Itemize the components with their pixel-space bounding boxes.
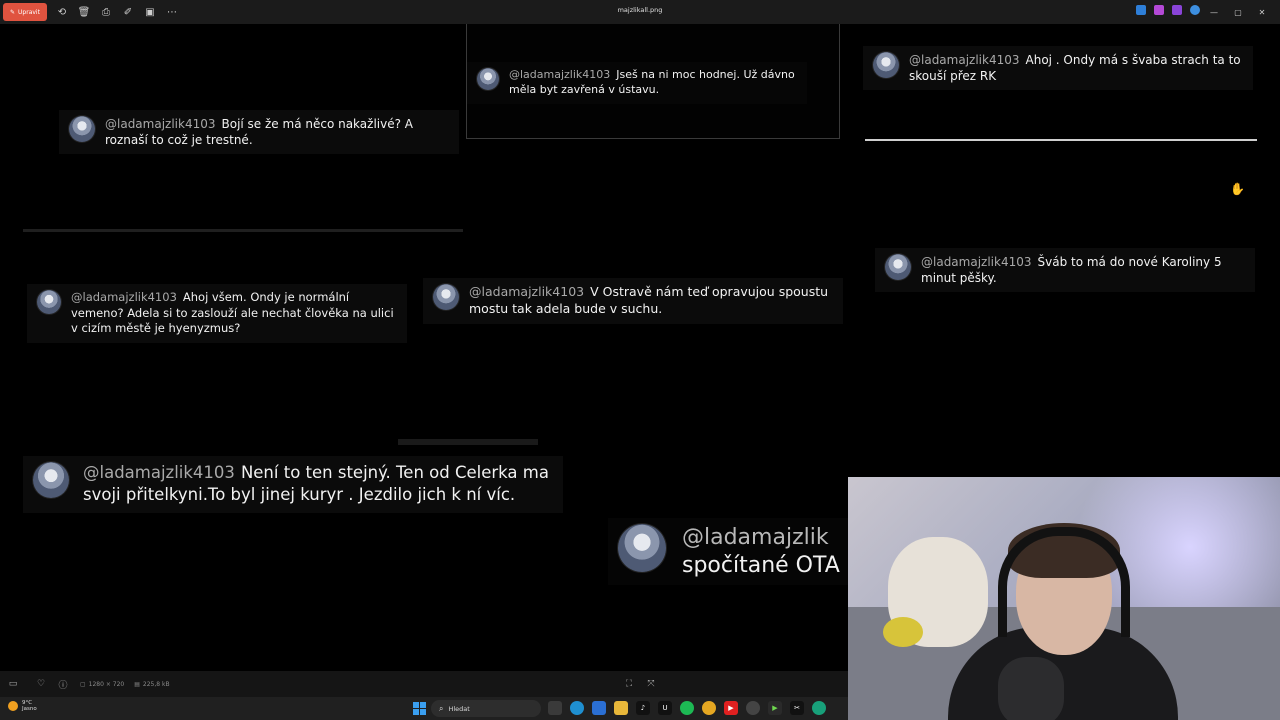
taskbar-search[interactable]: ⌕ Hledat	[431, 700, 541, 717]
top-toolbar: ✎ Upravit ⟲ 🗑 ⎙ ✐ ▣ ⋯ majzlikall.png — ▢…	[0, 0, 1280, 24]
print-icon[interactable]: ⎙	[95, 2, 117, 22]
avatar	[873, 52, 899, 78]
edit-icon: ✎	[10, 8, 16, 16]
comment-card: @ladamajzlik4103 V Ostravě nám teď opravu…	[423, 278, 843, 324]
hand-cursor-icon: ✋	[1230, 182, 1245, 196]
rotate-icon[interactable]: ⟲	[51, 2, 73, 22]
design-app-icon[interactable]	[1136, 5, 1146, 15]
comment-text: spočítané OTA	[682, 552, 840, 578]
microphone-icon	[998, 657, 1064, 720]
window-title: majzlikall.png	[617, 6, 663, 14]
close-icon[interactable]: ✕	[1250, 3, 1274, 21]
comment-username: @ladamajzlik	[682, 525, 829, 550]
comment-username: @ladamajzlik4103	[909, 53, 1020, 67]
edge-dev-icon[interactable]	[812, 701, 826, 715]
comment-card: @ladamajzlik4103 Šváb to má do nové Karol…	[875, 248, 1255, 293]
search-icon: ⌕	[439, 703, 444, 713]
tiktok-icon[interactable]: ♪	[636, 701, 650, 715]
comment-card: @ladamajzlik4103 Bojí se že má něco nakaž…	[59, 110, 459, 155]
onedrive-icon[interactable]	[1190, 5, 1200, 15]
delete-icon[interactable]: 🗑	[73, 2, 95, 22]
more-icon[interactable]: ⋯	[161, 2, 183, 22]
comment-username: @ladamajzlik4103	[105, 117, 216, 131]
store-icon[interactable]	[592, 701, 606, 715]
webcam-overlay	[848, 477, 1280, 720]
weather-condition: Jasno	[22, 706, 37, 713]
edit-button-label: Upravit	[18, 8, 40, 16]
capcut-icon[interactable]: ✂	[790, 701, 804, 715]
headphones-icon	[998, 527, 1130, 637]
avatar	[37, 290, 61, 314]
file-size-icon: ▤	[134, 680, 140, 688]
comment-card: @ladamajzlik4103 Jseš na ni moc hodnej. U…	[467, 62, 807, 104]
file-size: 225,8 kB	[142, 680, 170, 688]
divider-line	[865, 139, 1257, 141]
spotify-icon[interactable]	[680, 701, 694, 715]
favorite-icon[interactable]: ♡	[34, 679, 48, 689]
u-app-icon[interactable]: U	[658, 701, 672, 715]
fullscreen-icon[interactable]: ⤧	[644, 679, 658, 689]
task-view-icon[interactable]	[548, 701, 562, 715]
avatar	[433, 284, 459, 310]
comment-username: @ladamajzlik4103	[469, 284, 585, 299]
comment-card: @ladamajzlik4103 Ahoj . Ondy má s švaba s…	[863, 46, 1253, 91]
image-dimensions: 1280 × 720	[88, 680, 125, 688]
sun-icon	[8, 701, 18, 712]
divider-line	[398, 439, 538, 445]
windows-start-icon[interactable]	[413, 702, 426, 715]
file-explorer-icon[interactable]	[614, 701, 628, 715]
info-icon[interactable]: ⓘ	[56, 678, 70, 691]
minimize-icon[interactable]: —	[1202, 3, 1226, 21]
comment-username: @ladamajzlik4103	[921, 255, 1032, 269]
comment-username: @ladamajzlik4103	[83, 463, 235, 482]
fit-to-window-icon[interactable]: ⛶	[622, 679, 636, 689]
divider-line	[23, 229, 463, 232]
comment-card: @ladamajzlik4103 Ahoj všem. Ondy je normá…	[27, 284, 407, 343]
filmstrip-icon[interactable]: ▭	[6, 679, 20, 689]
comment-card: @ladamajzlik4103 Není to ten stejný. Ten …	[23, 456, 563, 513]
search-placeholder: Hledat	[448, 704, 470, 713]
maximize-icon[interactable]: ▢	[1226, 3, 1250, 21]
play-app-icon[interactable]: ▶	[768, 701, 782, 715]
obs-icon[interactable]	[746, 701, 760, 715]
weather-widget[interactable]: 9°C Jasno	[8, 700, 37, 713]
edit-image-icon[interactable]: ✐	[117, 2, 139, 22]
comment-username: @ladamajzlik4103	[71, 290, 177, 304]
avatar	[69, 116, 95, 142]
edit-button[interactable]: ✎ Upravit	[3, 3, 47, 21]
youtube-icon[interactable]: ▶	[724, 701, 738, 715]
avatar	[477, 68, 499, 90]
avatar	[618, 524, 666, 572]
image-size-icon: ▢	[80, 680, 86, 688]
copilot-icon[interactable]	[1154, 5, 1164, 15]
avatar	[33, 462, 69, 498]
chrome-icon[interactable]	[702, 701, 716, 715]
edge-icon[interactable]	[570, 701, 584, 715]
clipchamp-icon[interactable]	[1172, 5, 1182, 15]
comment-username: @ladamajzlik4103	[509, 68, 611, 81]
avatar	[885, 254, 911, 280]
crop-icon[interactable]: ▣	[139, 2, 161, 22]
